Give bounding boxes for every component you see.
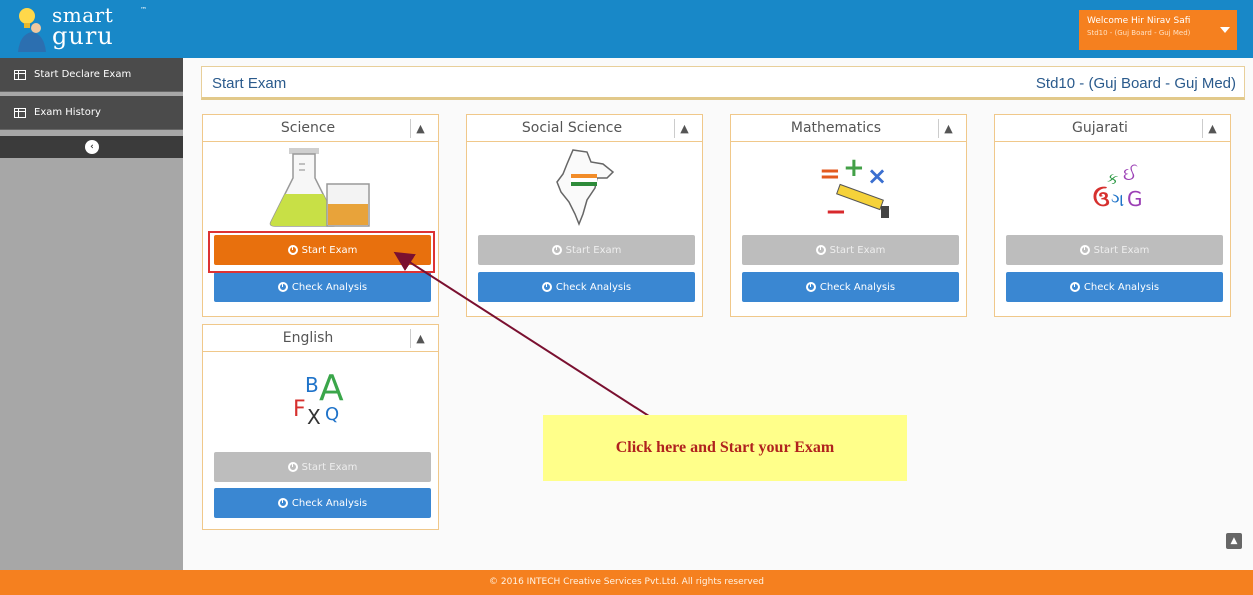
user-menu[interactable]: Welcome Hir Nirav Safi Std10 - (Guj Boar… <box>1079 10 1237 50</box>
card-header: Mathematics ▲ <box>731 115 966 142</box>
clock-icon <box>551 245 562 255</box>
button-label: Check Analysis <box>555 281 632 293</box>
check-analysis-button-social-science[interactable]: Check Analysis <box>478 272 695 302</box>
clock-icon <box>805 282 816 292</box>
std-info: Std10 - (Guj Board - Guj Med) <box>1035 75 1236 92</box>
clock-icon <box>541 282 552 292</box>
logo-trademark: ™ <box>140 6 147 14</box>
gujarati-glyph: ગ <box>1111 190 1124 211</box>
sidebar: Start Declare Exam Exam History ‹ <box>0 58 183 570</box>
card-title: Mathematics <box>790 120 882 136</box>
math-glyph: × <box>867 162 887 190</box>
button-label: Start Exam <box>829 244 886 256</box>
button-label: Start Exam <box>1093 244 1150 256</box>
gujarati-glyph: ઉ <box>1093 186 1110 212</box>
page-title-bar: Start Exam Std10 - (Guj Board - Guj Med) <box>201 66 1245 100</box>
start-exam-highlight-box <box>208 231 435 273</box>
gujarati-letters-icon: ક ઈ ઉ ગ G <box>1093 164 1143 212</box>
math-glyph: − <box>825 197 847 227</box>
footer: © 2016 INTECH Creative Services Pvt.Ltd.… <box>0 570 1253 595</box>
chevron-up-icon[interactable]: ▲ <box>410 329 430 348</box>
clock-icon <box>287 462 298 472</box>
chevron-up-icon[interactable]: ▲ <box>410 119 430 138</box>
sidebar-item-start-declare-exam[interactable]: Start Declare Exam <box>0 58 183 92</box>
clock-icon <box>815 245 826 255</box>
instruction-callout: Click here and Start your Exam <box>543 415 907 481</box>
english-glyph: F <box>293 397 306 422</box>
english-glyph: X <box>307 405 321 429</box>
card-header: Science ▲ <box>203 115 438 142</box>
chevron-up-icon[interactable]: ▲ <box>1202 119 1222 138</box>
science-beaker-icon <box>269 148 370 227</box>
english-glyph: Q <box>325 404 339 425</box>
button-label: Check Analysis <box>819 281 896 293</box>
button-label: Start Exam <box>301 461 358 473</box>
main-content: Start Exam Std10 - (Guj Board - Guj Med)… <box>183 58 1253 570</box>
card-title: Social Science <box>521 120 623 136</box>
welcome-name: Welcome Hir Nirav Safi <box>1087 16 1191 26</box>
card-header: Gujarati ▲ <box>995 115 1230 142</box>
button-label: Start Exam <box>565 244 622 256</box>
card-header: English ▲ <box>203 325 438 352</box>
gujarati-glyph: ક <box>1107 169 1118 188</box>
clock-icon <box>277 282 288 292</box>
table-icon <box>14 107 26 118</box>
table-icon <box>14 69 26 80</box>
top-header: smart guru ™ Welcome Hir Nirav Safi Std1… <box>0 0 1253 58</box>
caret-down-icon <box>1220 27 1230 33</box>
button-label: Check Analysis <box>291 497 368 509</box>
card-title: English <box>282 330 334 346</box>
check-analysis-button-mathematics[interactable]: Check Analysis <box>742 272 959 302</box>
english-glyph: A <box>319 368 344 409</box>
lightbulb-student-icon <box>18 8 46 52</box>
button-label: Check Analysis <box>1083 281 1160 293</box>
logo-text-guru: guru <box>52 22 114 50</box>
card-title: Science <box>280 120 336 136</box>
check-analysis-button-english[interactable]: Check Analysis <box>214 488 431 518</box>
start-exam-button-social-science[interactable]: Start Exam <box>478 235 695 265</box>
page-title: Start Exam <box>212 75 287 92</box>
smart-guru-logo[interactable]: smart guru ™ <box>14 4 147 54</box>
start-exam-button-english[interactable]: Start Exam <box>214 452 431 482</box>
india-map-icon <box>556 149 615 227</box>
sidebar-item-exam-history[interactable]: Exam History <box>0 96 183 130</box>
chevron-up-icon[interactable]: ▲ <box>674 119 694 138</box>
english-glyph: B <box>305 373 319 397</box>
start-exam-button-mathematics[interactable]: Start Exam <box>742 235 959 265</box>
card-title: Gujarati <box>1072 120 1128 136</box>
subject-card-gujarati: Gujarati ▲ ક ઈ ઉ ગ G Start Exam Check An… <box>994 114 1231 317</box>
subject-card-english: English ▲ B A F X Q Start Exam Check Ana… <box>202 324 439 530</box>
gujarati-glyph: ઈ <box>1123 164 1138 185</box>
footer-copyright: © 2016 INTECH Creative Services Pvt.Ltd.… <box>489 577 764 587</box>
sidebar-item-label: Start Declare Exam <box>34 69 132 80</box>
sidebar-collapse-bar: ‹ <box>0 136 183 158</box>
abc-letters-icon: B A F X Q <box>293 368 344 429</box>
check-analysis-button-gujarati[interactable]: Check Analysis <box>1006 272 1223 302</box>
subject-card-science: Science ▲ Start Exam Check Analysis <box>202 114 439 317</box>
check-analysis-button-science[interactable]: Check Analysis <box>214 272 431 302</box>
clock-icon <box>277 498 288 508</box>
chevron-up-icon[interactable]: ▲ <box>938 119 958 138</box>
scroll-top-button[interactable]: ▲ <box>1226 533 1242 549</box>
card-header: Social Science ▲ <box>467 115 702 142</box>
subject-card-mathematics: Mathematics ▲ = + × − Start Exam Check A… <box>730 114 967 317</box>
gujarati-glyph: G <box>1127 187 1143 211</box>
start-exam-button-gujarati[interactable]: Start Exam <box>1006 235 1223 265</box>
math-symbols-icon: = + × − <box>819 153 889 227</box>
math-glyph: + <box>843 153 865 183</box>
subject-card-social-science: Social Science ▲ Start Exam Check Analys… <box>466 114 703 317</box>
sidebar-collapse-button[interactable]: ‹ <box>85 140 99 154</box>
math-glyph: = <box>819 159 841 189</box>
clock-icon <box>1079 245 1090 255</box>
welcome-detail: Std10 - (Guj Board - Guj Med) <box>1087 29 1191 37</box>
sidebar-item-label: Exam History <box>34 107 101 118</box>
clock-icon <box>1069 282 1080 292</box>
button-label: Check Analysis <box>291 281 368 293</box>
